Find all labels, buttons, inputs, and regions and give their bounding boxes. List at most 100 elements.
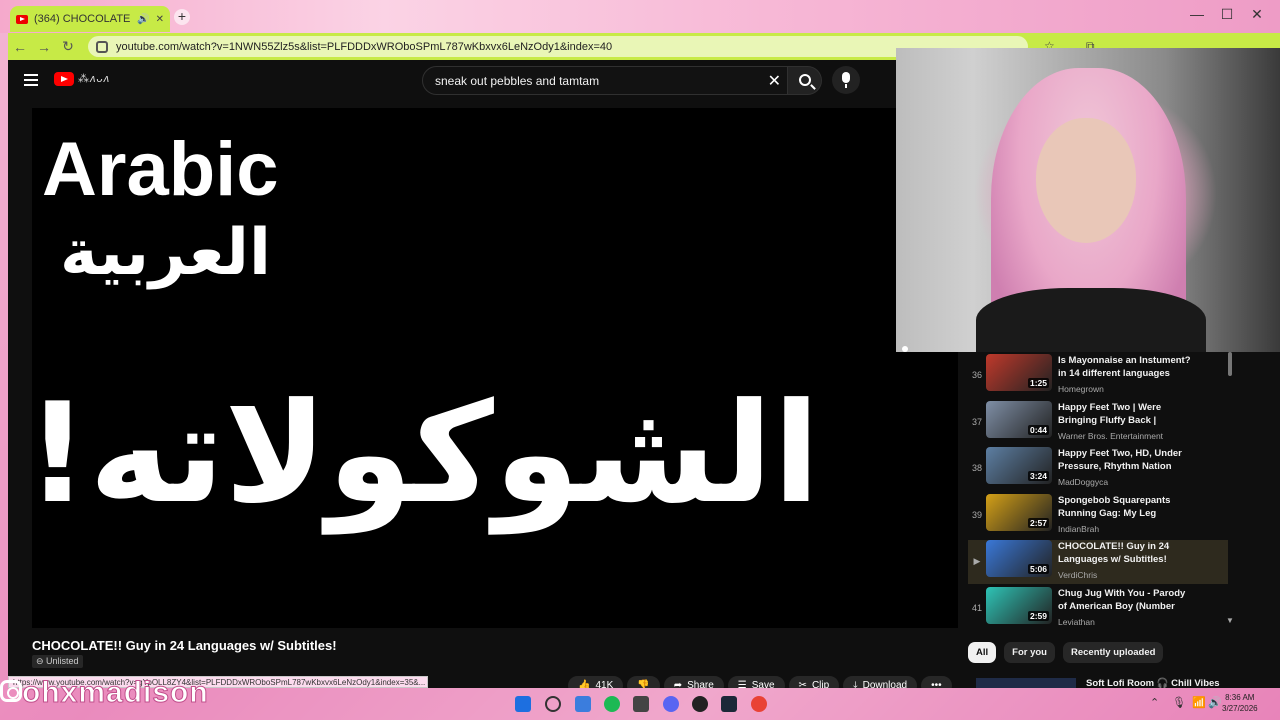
playlist-item[interactable]: 41 2:59 Chug Jug With You - Parody of Amer… xyxy=(968,586,1228,629)
clip-button[interactable]: ✂ Clip xyxy=(788,675,840,689)
site-info-icon[interactable] xyxy=(96,40,108,53)
youtube-favicon-icon xyxy=(16,14,28,24)
url-text: youtube.com/watch?v=1NWN55Zlz5s&list=PLF… xyxy=(116,40,613,53)
chrome-icon[interactable] xyxy=(751,696,767,712)
playlist-item-duration: 2:57 xyxy=(1027,517,1049,528)
playlist-item-duration: 3:24 xyxy=(1027,471,1049,481)
action-bar: 👍 41K 👎 ➦ Share ☰ Save ✂ Clip ⤓ Download ••• xyxy=(568,674,952,688)
playlist-item-title[interactable]: CHOCOLATE!! Guy in 24 Languages w/ Subti… xyxy=(1058,540,1193,566)
playlist-item-channel[interactable]: Warner Bros. Entertainment xyxy=(1058,431,1163,441)
instagram-icon xyxy=(0,680,22,702)
playlist-item-thumbnail[interactable]: 0:44 xyxy=(986,400,1052,438)
video-player[interactable]: Arabic العربية الشوكولاته! xyxy=(26,108,958,628)
audio-icon[interactable]: 🔊 xyxy=(137,14,149,25)
save-icon: ☰ xyxy=(737,679,747,689)
new-tab-button[interactable]: + xyxy=(174,9,190,25)
playlist-item[interactable]: 39 2:57 Spongebob Squarepants Running Gag:… xyxy=(968,493,1228,538)
thumbs-down-icon: 👎 xyxy=(637,679,650,689)
playlist-item-channel[interactable]: MadDoggyca xyxy=(1058,477,1108,487)
webcam-overlay xyxy=(896,48,1280,352)
playlist-item-channel[interactable]: VerdiChris xyxy=(1058,570,1097,580)
maximize-button[interactable]: ☐ xyxy=(1212,6,1242,23)
playlist-item[interactable]: 36 1:25 Is Mayonnaise an Instument? in 14 … xyxy=(968,354,1228,398)
next-video-title[interactable]: Soft Lofi Room 🎧 Chill Vibes xyxy=(1086,678,1220,688)
like-button[interactable]: 👍 41K xyxy=(568,675,624,689)
wifi-icon[interactable]: 📶 xyxy=(1192,696,1206,709)
playlist-item-thumbnail[interactable]: 2:57 xyxy=(986,493,1052,531)
playlist-item-title[interactable]: Is Mayonnaise an Instument? in 14 differ… xyxy=(1058,354,1193,380)
playlist-item-duration: 1:25 xyxy=(1027,378,1049,388)
playlist-item[interactable]: 37 0:44 Happy Feet Two | Were Bringing Flu… xyxy=(968,400,1228,445)
forward-button[interactable]: → xyxy=(32,39,56,55)
search-taskbar-icon[interactable] xyxy=(545,696,561,712)
unlisted-label: Unlisted xyxy=(46,656,79,666)
address-bar[interactable]: youtube.com/watch?v=1NWN55Zlz5s&list=PLF… xyxy=(88,36,1028,57)
playlist-item-title[interactable]: Chug Jug With You - Parody of American B… xyxy=(1058,587,1193,613)
capture-icon[interactable] xyxy=(633,696,649,712)
playlist-item-channel[interactable]: Homegrown xyxy=(1058,384,1104,394)
clock-date: 3/27/2026 xyxy=(1222,704,1258,713)
tab-close-icon[interactable]: ✕ xyxy=(156,14,164,25)
tab-strip: (364) CHOCOLATE!! Guy in 🔊 ✕ + — ☐ ✕ xyxy=(0,0,1280,33)
clear-search-icon[interactable]: ✕ xyxy=(768,71,781,91)
playlist-item-title[interactable]: Happy Feet Two, HD, Under Pressure, Rhyt… xyxy=(1058,447,1193,473)
download-icon: ⤓ xyxy=(853,679,858,689)
playlist-item-channel[interactable]: Leviathan xyxy=(1058,617,1095,627)
playlist-item-thumbnail[interactable]: 1:25 xyxy=(986,354,1052,391)
save-button[interactable]: ☰ Save xyxy=(727,675,785,689)
chip-recently-uploaded[interactable]: Recently uploaded xyxy=(1062,642,1164,663)
video-title: CHOCOLATE!! Guy in 24 Languages w/ Subti… xyxy=(32,638,337,653)
spotify-icon[interactable] xyxy=(604,696,620,712)
obs-icon[interactable] xyxy=(692,696,708,712)
webcam-face xyxy=(1036,118,1136,243)
minimize-button[interactable]: — xyxy=(1182,6,1212,22)
playlist-item-duration: 0:44 xyxy=(1027,424,1049,435)
share-button[interactable]: ➦ Share xyxy=(663,675,724,689)
playlist-item[interactable]: ▶ 5:06 CHOCOLATE!! Guy in 24 Languages w/ … xyxy=(968,540,1228,584)
playlist-panel: 36 1:25 Is Mayonnaise an Instument? in 14 … xyxy=(968,352,1236,628)
share-icon: ➦ xyxy=(673,679,683,689)
chevron-down-icon[interactable]: ▼ xyxy=(1226,616,1234,625)
scissors-icon: ✂ xyxy=(798,679,807,689)
search-button[interactable] xyxy=(788,66,822,95)
notes-icon[interactable] xyxy=(575,696,591,712)
youtube-logo[interactable] xyxy=(54,72,74,86)
reload-button[interactable]: ↻ xyxy=(56,38,80,55)
search-input[interactable]: sneak out pebbles and tamtam ✕ xyxy=(422,66,788,95)
volume-icon[interactable]: 🔊 xyxy=(1208,696,1222,709)
discord-icon[interactable] xyxy=(663,696,679,712)
chip-for-you[interactable]: For you xyxy=(1004,642,1055,663)
playlist-item-channel[interactable]: IndianBrah xyxy=(1058,524,1099,534)
close-window-button[interactable]: ✕ xyxy=(1242,6,1272,23)
playlist-item-title[interactable]: Happy Feet Two | Were Bringing Fluffy Ba… xyxy=(1058,401,1193,427)
playlist-item-thumbnail[interactable]: 5:06 xyxy=(986,540,1052,577)
search-query: sneak out pebbles and tamtam xyxy=(435,73,600,88)
download-button[interactable]: ⤓ Download xyxy=(843,675,918,689)
playlist-scrollbar[interactable] xyxy=(1228,352,1232,376)
back-button[interactable]: ← xyxy=(8,39,32,55)
playlist-item-title[interactable]: Spongebob Squarepants Running Gag: My Le… xyxy=(1058,494,1193,520)
microphone-tray-icon[interactable]: 🎙 xyxy=(1172,696,1186,709)
chevron-up-icon[interactable]: ⌃ xyxy=(1150,696,1159,709)
logo-doodle[interactable]: ⁂ᴧᴗᴧ xyxy=(78,72,110,85)
voice-search-button[interactable] xyxy=(832,66,860,94)
steam-icon[interactable] xyxy=(721,696,737,712)
playlist-item-thumbnail[interactable]: 3:24 xyxy=(986,447,1052,484)
search-icon xyxy=(799,74,811,86)
dislike-button[interactable]: 👎 xyxy=(627,675,660,689)
save-label: Save xyxy=(751,679,775,689)
video-overlay-english: Arabic xyxy=(42,127,279,212)
streamer-name: ohxmadison xyxy=(22,676,209,710)
playlist-item-duration: 2:59 xyxy=(1027,610,1049,621)
video-overlay-language: العربية xyxy=(60,216,271,290)
chip-all[interactable]: All xyxy=(968,642,997,663)
system-clock[interactable]: 8:36 AM 3/27/2026 xyxy=(1222,692,1258,714)
start-icon[interactable] xyxy=(515,696,531,712)
like-count: 41K xyxy=(595,679,614,689)
playlist-item-thumbnail[interactable]: 2:59 xyxy=(986,586,1052,624)
menu-icon[interactable] xyxy=(24,74,38,86)
next-video-thumbnail[interactable] xyxy=(976,678,1076,688)
playlist-item[interactable]: 38 3:24 Happy Feet Two, HD, Under Pressure… xyxy=(968,447,1228,491)
browser-tab[interactable]: (364) CHOCOLATE!! Guy in 🔊 ✕ xyxy=(10,6,170,32)
more-actions-button[interactable]: ••• xyxy=(921,675,952,688)
